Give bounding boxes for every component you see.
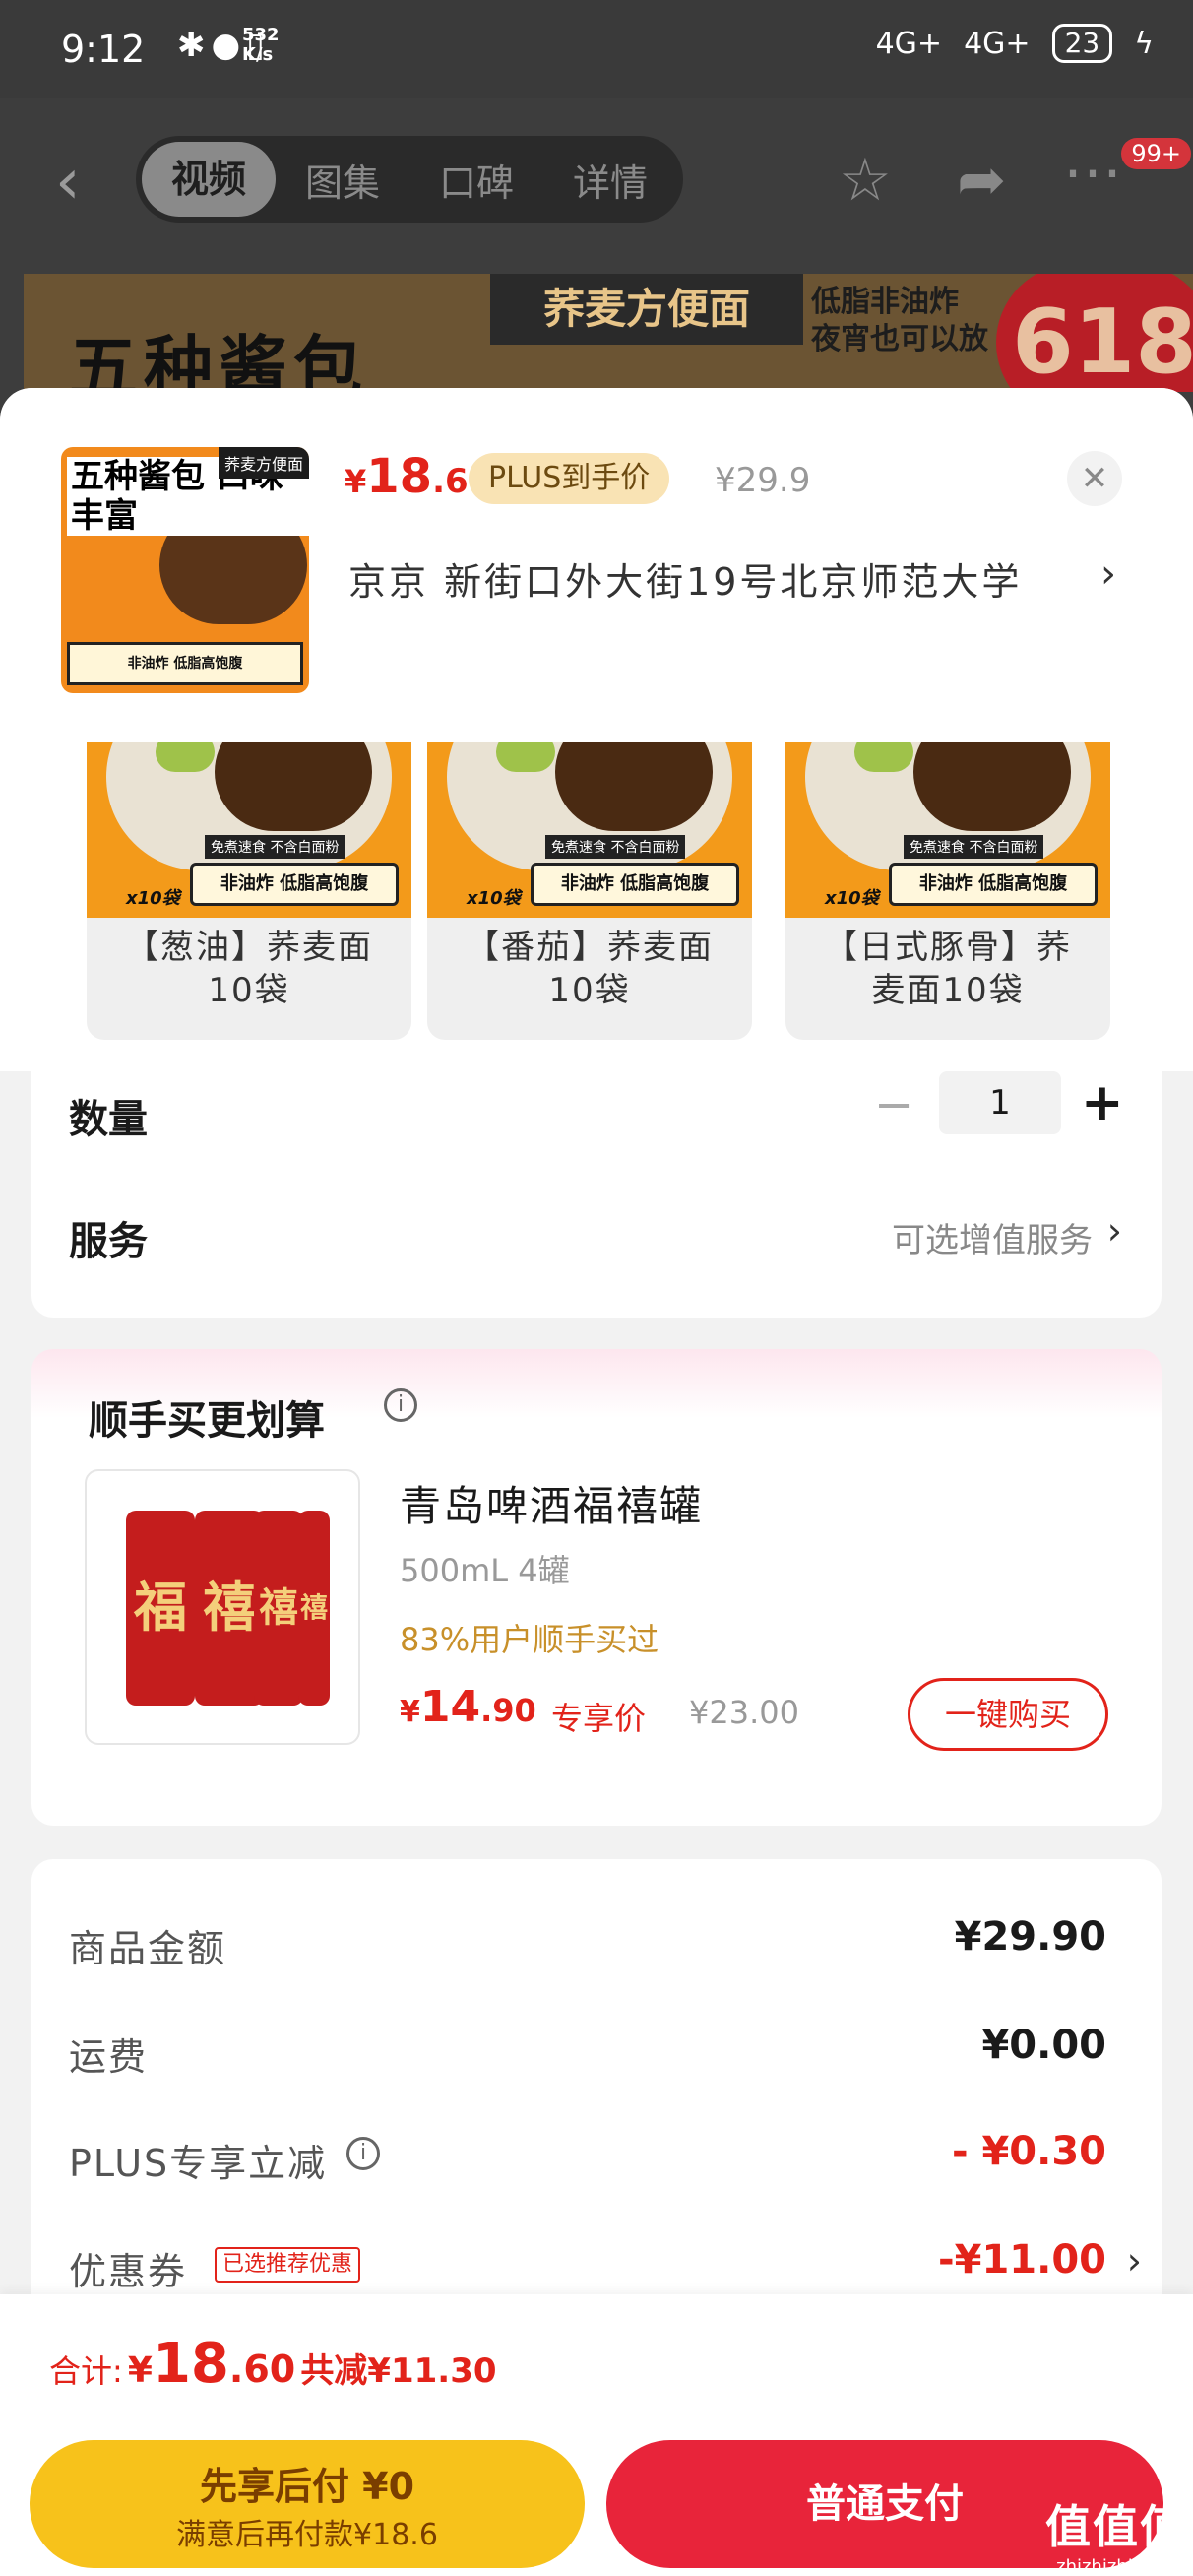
star-icon[interactable]: ☆	[839, 146, 892, 215]
upsell-price: ¥14.90	[400, 1682, 536, 1732]
upsell-title: 顺手买更划算	[89, 1398, 325, 1444]
product-price: ¥18.6	[345, 449, 469, 504]
watermark-logo: 值值值 zhizhizhi.com	[1045, 2500, 1187, 2576]
signal-icon: 4G+	[875, 26, 943, 61]
sheet-header: 五种酱包 口味丰富 荞麦方便面 非油炸 低脂高饱腹 ¥18.6 PLUS到手价 …	[0, 388, 1193, 733]
chevron-right-icon[interactable]: ›	[1100, 551, 1116, 597]
quantity-input[interactable]: 1	[939, 1071, 1061, 1134]
status-right: 4G+ 4G+ 23 ϟ	[876, 24, 1154, 63]
media-tabs: 视频 图集 口碑 详情	[136, 136, 683, 223]
battery-icon: 23	[1051, 24, 1113, 63]
fee-row-plus: PLUS专享立减 i - ¥0.30	[69, 2129, 1106, 2185]
product-thumbnail: 五种酱包 口味丰富 荞麦方便面 非油炸 低脂高饱腹	[61, 447, 309, 693]
variant-card[interactable]: 免煮速食 不含白面粉 非油炸 低脂高饱腹 x10袋 【葱油】荞麦面10袋	[87, 742, 411, 1040]
info-icon[interactable]: i	[384, 1388, 417, 1422]
banner-sub: 低脂非油炸 夜宵也可以放	[811, 285, 988, 356]
delivery-address[interactable]: 京京 新街口外大街19号北京师范大学	[348, 551, 1022, 606]
thumb-tag: 荞麦方便面	[218, 447, 309, 479]
quantity-plus-button[interactable]: +	[1081, 1073, 1124, 1132]
one-click-buy-button[interactable]: 一键购买	[908, 1678, 1108, 1751]
thumb-bottom: 非油炸 低脂高饱腹	[67, 642, 303, 685]
service-label: 服务	[69, 1219, 148, 1264]
chevron-right-icon[interactable]: ›	[1107, 1209, 1122, 1253]
upsell-spec: 500mL 4罐	[400, 1552, 570, 1589]
chevron-right-icon[interactable]: ›	[1127, 2239, 1142, 2283]
banner-headline: 五种酱包	[69, 328, 368, 392]
variant-card[interactable]: 免煮速食 不含白面粉 非油炸 低脂高饱腹 x10袋 【日式豚骨】荞麦面10袋	[785, 742, 1110, 1040]
variant-label: 【葱油】荞麦面10袋	[125, 928, 373, 1010]
signal-icon-2: 4G+	[964, 26, 1031, 61]
info-icon[interactable]: i	[346, 2137, 380, 2170]
service-value[interactable]: 可选增值服务	[892, 1213, 1093, 1261]
close-button[interactable]: ✕	[1067, 451, 1122, 506]
exclusive-price-label: 专享价	[551, 1700, 647, 1737]
checkout-footer: 合计: ¥18.60 共减¥11.30 先享后付 ¥0 满意后再付款¥18.6 …	[0, 2294, 1193, 2576]
variant-image: 免煮速食 不含白面粉 非油炸 低脂高饱腹 x10袋	[785, 742, 1110, 918]
variant-image: 免煮速食 不含白面粉 非油炸 低脂高饱腹 x10袋	[87, 742, 411, 918]
network-speed: 532 K/s	[242, 25, 280, 65]
quantity-label: 数量	[69, 1097, 148, 1142]
upsell-original-price: ¥23.00	[689, 1694, 799, 1731]
tab-gallery[interactable]: 图集	[276, 153, 409, 207]
purchase-sheet: 五种酱包 口味丰富 荞麦方便面 非油炸 低脂高饱腹 ¥18.6 PLUS到手价 …	[0, 388, 1193, 2576]
banner-618: 618	[996, 274, 1193, 392]
quantity-minus-button[interactable]: −	[874, 1077, 913, 1132]
variant-list: 免煮速食 不含白面粉 非油炸 低脂高饱腹 x10袋 【葱油】荞麦面10袋 免煮速…	[0, 733, 1193, 1071]
status-time: 9:12	[61, 28, 146, 71]
plus-price-tag: PLUS到手价	[469, 453, 670, 504]
fee-row-shipping: 运费 ¥0.00	[69, 2023, 1106, 2079]
back-icon[interactable]: ‹	[55, 151, 81, 214]
tab-video[interactable]: 视频	[142, 142, 276, 217]
variant-label: 【番茄】荞麦面10袋	[466, 928, 714, 1010]
original-price: ¥29.9	[715, 461, 811, 500]
message-badge: 99+	[1121, 138, 1191, 169]
variant-card[interactable]: 免煮速食 不含白面粉 非油炸 低脂高饱腹 x10袋 【番茄】荞麦面10袋	[427, 742, 752, 1040]
total-amount: 合计: ¥18.60 共减¥11.30	[49, 2332, 497, 2396]
upsell-product-image[interactable]: 福 禧 禧 禧	[85, 1469, 360, 1745]
top-nav: ‹ 视频 图集 口碑 详情 ☆ ➦ ⋯ 99+	[0, 98, 1193, 266]
banner-tag: 荞麦方便面	[490, 274, 803, 345]
charging-icon: ϟ	[1134, 26, 1154, 61]
upsell-product-name[interactable]: 青岛啤酒福禧罐	[400, 1473, 703, 1533]
quantity-service-section: 数量 − 1 + 服务 可选增值服务 ›	[31, 1071, 1162, 1318]
more-icon[interactable]: ⋯	[1063, 138, 1122, 207]
tab-reviews[interactable]: 口碑	[409, 153, 543, 207]
tab-details[interactable]: 详情	[543, 153, 677, 207]
upsell-rate: 83%用户顺手买过	[400, 1621, 659, 1658]
status-bar: 9:12 ✱●▯ 532 K/s 4G+ 4G+ 23 ϟ	[0, 0, 1193, 98]
fee-summary: 商品金额 ¥29.90 运费 ¥0.00 PLUS专享立减 i - ¥0.30 …	[31, 1859, 1162, 2351]
fee-row-goods: 商品金额 ¥29.90	[69, 1914, 1106, 1970]
pay-later-button[interactable]: 先享后付 ¥0 满意后再付款¥18.6	[30, 2440, 585, 2568]
variant-label: 【日式豚骨】荞麦面10袋	[824, 928, 1072, 1010]
fee-row-coupon[interactable]: 优惠券 已选推荐优惠 -¥11.00 ›	[69, 2233, 1142, 2293]
variant-image: 免煮速食 不含白面粉 非油炸 低脂高饱腹 x10袋	[427, 742, 752, 918]
share-icon[interactable]: ➦	[957, 146, 1006, 215]
coupon-tag: 已选推荐优惠	[215, 2247, 361, 2283]
product-banner: 五种酱包 荞麦方便面 低脂非油炸 夜宵也可以放 618	[24, 274, 1193, 392]
upsell-section: 顺手买更划算 i 福 禧 禧 禧 青岛啤酒福禧罐 500mL 4罐 83%用户顺…	[31, 1349, 1162, 1826]
